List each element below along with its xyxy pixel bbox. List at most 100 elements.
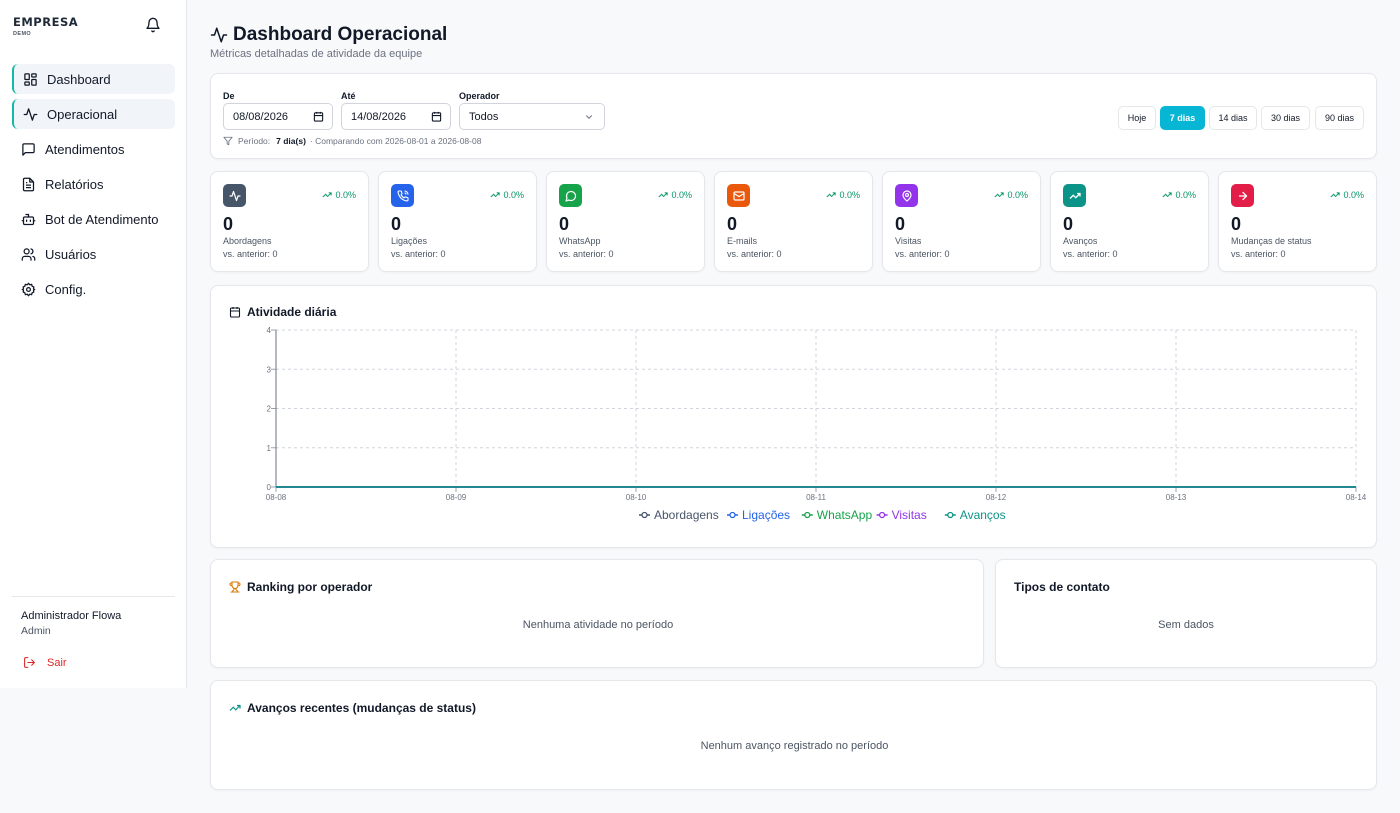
x-tick-label: 08-12 (986, 493, 1007, 502)
sidebar-item-dashboard[interactable]: Dashboard (12, 64, 175, 94)
sidebar-item-label: Dashboard (47, 71, 111, 87)
stat-label: E-mails (727, 236, 758, 246)
stat-previous: vs. anterior: 0 (1231, 249, 1286, 259)
calendar-icon[interactable] (313, 111, 324, 122)
stat-previous: vs. anterior: 0 (223, 249, 278, 259)
trend-value: 0.0% (1007, 190, 1028, 200)
operator-select[interactable]: Todos (459, 103, 605, 130)
trophy-icon (229, 581, 241, 593)
from-label: De (223, 91, 235, 101)
trend-badge: 0.0% (1162, 190, 1196, 200)
range-14-button[interactable]: 14 dias (1209, 106, 1257, 130)
x-tick-label: 08-08 (266, 493, 287, 502)
phone-icon (397, 189, 409, 201)
page-title: Dashboard Operacional (233, 24, 448, 45)
operator-label: Operador (459, 91, 500, 101)
chat-bubble-icon (564, 190, 576, 202)
logout-button[interactable]: Sair (23, 656, 67, 669)
from-date-input[interactable]: 08/08/2026 (223, 103, 333, 130)
calendar-icon[interactable] (431, 111, 442, 122)
sidebar-item-config[interactable]: Config. (12, 274, 175, 304)
users-icon (21, 247, 36, 262)
legend-marker-dot (729, 511, 736, 519)
to-label: Até (341, 91, 356, 101)
to-date-input[interactable]: 14/08/2026 (341, 103, 451, 130)
sidebar-item-label: Relatórios (45, 176, 104, 192)
sidebar-item-usuarios[interactable]: Usuários (12, 239, 175, 269)
message-square-icon (21, 142, 36, 157)
stat-label: Abordagens (223, 236, 272, 246)
stat-card-whatsapp: 0.0% 0 WhatsApp vs. anterior: 0 (546, 171, 705, 272)
ranking-card: Ranking por operador Nenhuma atividade n… (210, 559, 984, 668)
range-7-button[interactable]: 7 dias (1160, 106, 1205, 130)
trend-value: 0.0% (1343, 190, 1364, 200)
ranking-title: Ranking por operador (247, 580, 373, 594)
recent-title: Avanços recentes (mudanças de status) (247, 701, 476, 715)
gear-icon (21, 282, 36, 297)
trend-badge: 0.0% (658, 190, 692, 200)
y-tick-label: 4 (267, 326, 272, 335)
stat-label: WhatsApp (559, 236, 601, 246)
daily-activity-card: Atividade diária 0 1 2 3 4 08-08 08-09 08-10 08-… (210, 285, 1377, 548)
compare-text: · Comparando com 2026-08-01 a 2026-08-08 (309, 136, 482, 146)
x-tick-label: 08-13 (1166, 493, 1187, 502)
trending-up-icon (229, 704, 241, 711)
activity-icon (23, 107, 38, 122)
user-role: Admin (21, 625, 51, 637)
range-90-button[interactable]: 90 dias (1315, 106, 1364, 130)
x-tick-label: 08-14 (1346, 493, 1367, 502)
stat-card-abordagens: 0.0% 0 Abordagens vs. anterior: 0 (210, 171, 369, 272)
recent-title-wrap: Avanços recentes (mudanças de status) (229, 701, 476, 715)
trend-badge: 0.0% (826, 190, 860, 200)
page-header: Dashboard Operacional (210, 24, 447, 46)
mail-icon (732, 190, 745, 201)
stat-label: Mudanças de status (1231, 236, 1312, 246)
range-hoje-button[interactable]: Hoje (1118, 106, 1156, 130)
brand-logo[interactable]: EMPRESA DEMO (13, 15, 78, 37)
recent-empty-text: Nenhum avanço registrado no período (700, 740, 889, 752)
range-30-button[interactable]: 30 dias (1261, 106, 1310, 130)
x-tick-label: 08-11 (806, 493, 826, 502)
trend-badge: 0.0% (994, 190, 1028, 200)
trend-value: 0.0% (839, 190, 860, 200)
chevron-down-icon (586, 115, 592, 119)
x-tick-label: 08-10 (626, 493, 647, 502)
contact-types-title: Tipos de contato (1014, 580, 1110, 594)
logout-icon (24, 657, 35, 668)
from-date-value: 08/08/2026 (233, 110, 289, 123)
sidebar-item-bot[interactable]: Bot de Atendimento (12, 204, 175, 234)
operator-value: Todos (469, 110, 499, 123)
trending-up-icon (1330, 192, 1341, 198)
stat-previous: vs. anterior: 0 (1063, 249, 1118, 259)
trending-up-icon (490, 192, 501, 198)
activity-icon (228, 190, 241, 201)
trend-value: 0.0% (671, 190, 692, 200)
trend-badge: 0.0% (322, 190, 356, 200)
bell-icon[interactable] (145, 17, 161, 33)
sidebar-item-relatorios[interactable]: Relatórios (12, 169, 175, 199)
page-subtitle: Métricas detalhadas de atividade da equi… (210, 48, 423, 60)
ranking-title-wrap: Ranking por operador (229, 580, 372, 594)
ranking-empty-text: Nenhuma atividade no período (522, 619, 674, 631)
trend-value: 0.0% (335, 190, 356, 200)
y-tick-label: 3 (267, 365, 272, 374)
sidebar: EMPRESA DEMO Dashboard Operacional Atend… (0, 0, 187, 688)
sidebar-item-atendimentos[interactable]: Atendimentos (12, 134, 175, 164)
legend-marker-dot (804, 511, 811, 519)
sidebar-item-label: Usuários (45, 246, 97, 262)
legend-marker-dot (641, 511, 648, 519)
stat-card-avancos: 0.0% 0 Avanços vs. anterior: 0 (1050, 171, 1209, 272)
grid-icon (23, 72, 38, 87)
contact-types-empty-text: Sem dados (1158, 619, 1214, 631)
stat-icon-box (895, 184, 918, 207)
stat-card-mudancas: 0.0% 0 Mudanças de status vs. anterior: … (1218, 171, 1377, 272)
legend-label: Abordagens (654, 508, 719, 522)
sidebar-item-label: Operacional (47, 106, 118, 122)
sidebar-item-operacional[interactable]: Operacional (12, 99, 175, 129)
contact-types-card: Tipos de contato Sem dados (995, 559, 1377, 668)
trending-up-icon (1162, 192, 1173, 198)
y-tick-label: 1 (267, 444, 272, 453)
sidebar-item-label: Config. (45, 281, 87, 297)
stat-icon-box (1063, 184, 1086, 207)
arrow-right-icon (1238, 191, 1247, 200)
